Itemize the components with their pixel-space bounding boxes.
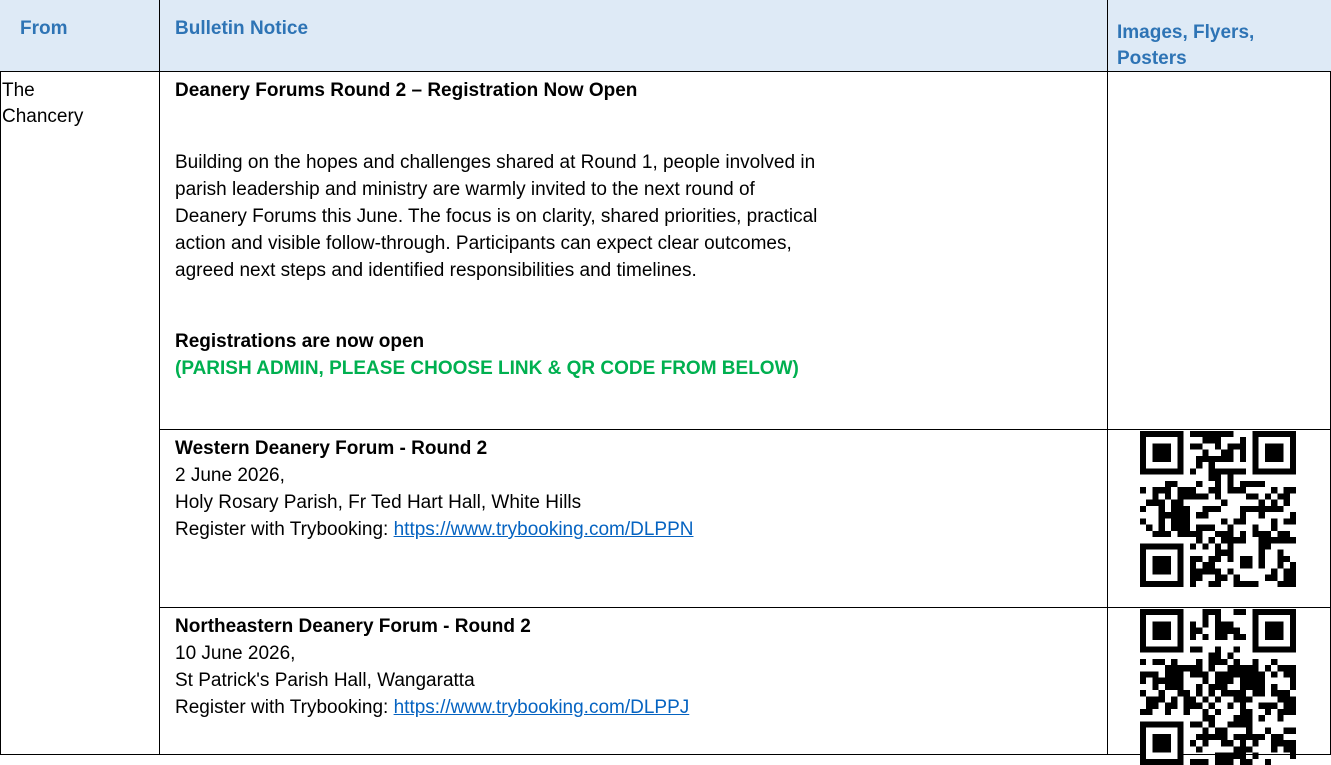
from-line-1: The (2, 80, 35, 101)
event-1-date: 2 June 2026, (175, 465, 285, 486)
column-divider-2 (1107, 0, 1108, 755)
bulletin-table: From Bulletin Notice Images, Flyers, Pos… (0, 0, 1331, 765)
parish-admin-note: (PARISH ADMIN, PLEASE CHOOSE LINK & QR C… (175, 358, 799, 379)
header-images: Images, Flyers, Posters (1117, 22, 1255, 69)
event-2-link[interactable]: https://www.trybooking.com/DLPPJ (394, 697, 690, 718)
event-2-venue: St Patrick's Parish Hall, Wangaratta (175, 670, 475, 691)
event-2-register: Register with Trybooking: https://www.tr… (175, 695, 689, 721)
event-1-link[interactable]: https://www.trybooking.com/DLPPN (394, 519, 694, 540)
event-1-register-prefix: Register with Trybooking: (175, 519, 394, 540)
event-1-title: Western Deanery Forum - Round 2 (175, 438, 488, 459)
event-2-title: Northeastern Deanery Forum - Round 2 (175, 616, 531, 637)
qr-code-icon (1140, 609, 1296, 765)
event-2-date: 10 June 2026, (175, 643, 296, 664)
header-divider (0, 71, 1331, 72)
notice-body-line-4: action and visible follow-through. Parti… (175, 233, 792, 254)
header-bulletin-notice: Bulletin Notice (175, 18, 309, 39)
notice-body-line-2: parish leadership and ministry are warml… (175, 179, 755, 200)
notice-title: Deanery Forums Round 2 – Registration No… (175, 80, 638, 101)
table-border-left (0, 71, 1, 755)
qr-code-icon (1140, 431, 1296, 587)
row-divider-1 (159, 429, 1331, 430)
event-1-register: Register with Trybooking: https://www.tr… (175, 517, 693, 543)
registrations-open: Registrations are now open (175, 331, 425, 352)
notice-body-line-3: Deanery Forums this June. The focus is o… (175, 206, 818, 227)
notice-body-line-1: Building on the hopes and challenges sha… (175, 152, 816, 173)
header-from: From (20, 18, 68, 39)
from-line-2: Chancery (2, 106, 84, 127)
event-1-venue: Holy Rosary Parish, Fr Ted Hart Hall, Wh… (175, 492, 582, 513)
event-2-register-prefix: Register with Trybooking: (175, 697, 394, 718)
row-divider-2 (159, 607, 1331, 608)
column-divider-1 (159, 0, 160, 755)
notice-body-line-5: agreed next steps and identified respons… (175, 260, 697, 281)
